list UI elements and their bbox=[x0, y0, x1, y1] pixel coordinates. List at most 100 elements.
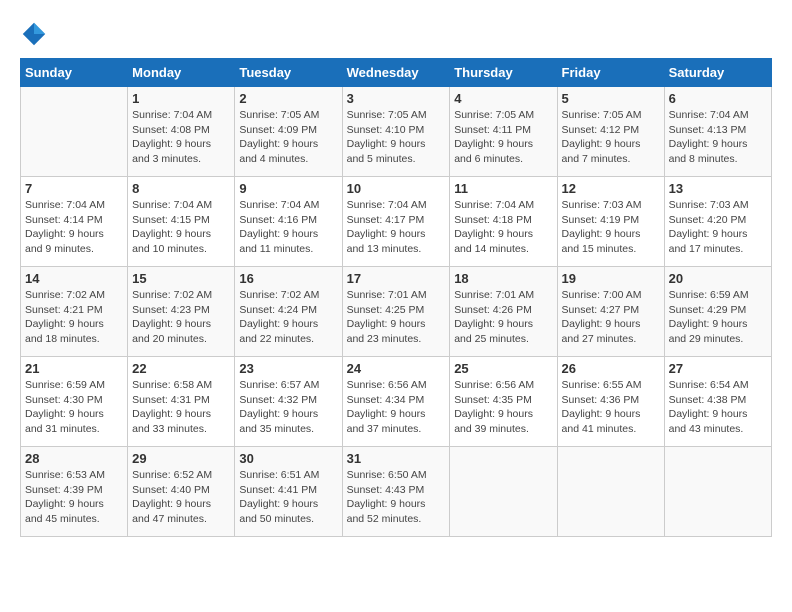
daylight-text: Daylight: 9 hours and 43 minutes. bbox=[669, 408, 748, 435]
sunset-text: Sunset: 4:34 PM bbox=[347, 394, 425, 406]
daylight-text: Daylight: 9 hours and 10 minutes. bbox=[132, 228, 211, 255]
sunset-text: Sunset: 4:43 PM bbox=[347, 484, 425, 496]
calendar-cell: 27 Sunrise: 6:54 AM Sunset: 4:38 PM Dayl… bbox=[664, 357, 771, 447]
calendar-cell: 11 Sunrise: 7:04 AM Sunset: 4:18 PM Dayl… bbox=[450, 177, 557, 267]
sunset-text: Sunset: 4:38 PM bbox=[669, 394, 747, 406]
day-number: 6 bbox=[669, 91, 767, 106]
daylight-text: Daylight: 9 hours and 37 minutes. bbox=[347, 408, 426, 435]
day-number: 10 bbox=[347, 181, 446, 196]
calendar-cell bbox=[21, 87, 128, 177]
day-number: 25 bbox=[454, 361, 552, 376]
daylight-text: Daylight: 9 hours and 20 minutes. bbox=[132, 318, 211, 345]
calendar-cell: 30 Sunrise: 6:51 AM Sunset: 4:41 PM Dayl… bbox=[235, 447, 342, 537]
calendar-cell: 24 Sunrise: 6:56 AM Sunset: 4:34 PM Dayl… bbox=[342, 357, 450, 447]
calendar-cell: 13 Sunrise: 7:03 AM Sunset: 4:20 PM Dayl… bbox=[664, 177, 771, 267]
sunset-text: Sunset: 4:40 PM bbox=[132, 484, 210, 496]
day-number: 17 bbox=[347, 271, 446, 286]
sunrise-text: Sunrise: 6:50 AM bbox=[347, 469, 427, 481]
day-info: Sunrise: 6:52 AM Sunset: 4:40 PM Dayligh… bbox=[132, 468, 230, 527]
sunset-text: Sunset: 4:08 PM bbox=[132, 124, 210, 136]
sunrise-text: Sunrise: 7:05 AM bbox=[454, 109, 534, 121]
sunrise-text: Sunrise: 7:05 AM bbox=[347, 109, 427, 121]
calendar-cell: 22 Sunrise: 6:58 AM Sunset: 4:31 PM Dayl… bbox=[128, 357, 235, 447]
calendar-cell: 7 Sunrise: 7:04 AM Sunset: 4:14 PM Dayli… bbox=[21, 177, 128, 267]
sunset-text: Sunset: 4:21 PM bbox=[25, 304, 103, 316]
day-number: 24 bbox=[347, 361, 446, 376]
sunrise-text: Sunrise: 6:52 AM bbox=[132, 469, 212, 481]
sunrise-text: Sunrise: 6:56 AM bbox=[454, 379, 534, 391]
sunset-text: Sunset: 4:39 PM bbox=[25, 484, 103, 496]
calendar-cell: 1 Sunrise: 7:04 AM Sunset: 4:08 PM Dayli… bbox=[128, 87, 235, 177]
day-info: Sunrise: 6:50 AM Sunset: 4:43 PM Dayligh… bbox=[347, 468, 446, 527]
sunset-text: Sunset: 4:25 PM bbox=[347, 304, 425, 316]
day-number: 23 bbox=[239, 361, 337, 376]
sunset-text: Sunset: 4:30 PM bbox=[25, 394, 103, 406]
daylight-text: Daylight: 9 hours and 17 minutes. bbox=[669, 228, 748, 255]
calendar-cell: 10 Sunrise: 7:04 AM Sunset: 4:17 PM Dayl… bbox=[342, 177, 450, 267]
day-info: Sunrise: 7:05 AM Sunset: 4:11 PM Dayligh… bbox=[454, 108, 552, 167]
sunrise-text: Sunrise: 6:58 AM bbox=[132, 379, 212, 391]
sunrise-text: Sunrise: 6:51 AM bbox=[239, 469, 319, 481]
day-info: Sunrise: 7:04 AM Sunset: 4:17 PM Dayligh… bbox=[347, 198, 446, 257]
sunset-text: Sunset: 4:29 PM bbox=[669, 304, 747, 316]
day-info: Sunrise: 7:05 AM Sunset: 4:09 PM Dayligh… bbox=[239, 108, 337, 167]
sunrise-text: Sunrise: 7:02 AM bbox=[25, 289, 105, 301]
daylight-text: Daylight: 9 hours and 25 minutes. bbox=[454, 318, 533, 345]
calendar-cell: 29 Sunrise: 6:52 AM Sunset: 4:40 PM Dayl… bbox=[128, 447, 235, 537]
sunrise-text: Sunrise: 6:57 AM bbox=[239, 379, 319, 391]
day-info: Sunrise: 6:55 AM Sunset: 4:36 PM Dayligh… bbox=[562, 378, 660, 437]
calendar-cell: 21 Sunrise: 6:59 AM Sunset: 4:30 PM Dayl… bbox=[21, 357, 128, 447]
day-number: 16 bbox=[239, 271, 337, 286]
day-info: Sunrise: 7:04 AM Sunset: 4:13 PM Dayligh… bbox=[669, 108, 767, 167]
sunrise-text: Sunrise: 6:59 AM bbox=[25, 379, 105, 391]
sunrise-text: Sunrise: 7:04 AM bbox=[669, 109, 749, 121]
weekday-header: Sunday bbox=[21, 59, 128, 87]
day-info: Sunrise: 7:01 AM Sunset: 4:26 PM Dayligh… bbox=[454, 288, 552, 347]
sunrise-text: Sunrise: 7:04 AM bbox=[239, 199, 319, 211]
sunset-text: Sunset: 4:41 PM bbox=[239, 484, 317, 496]
sunrise-text: Sunrise: 6:59 AM bbox=[669, 289, 749, 301]
day-number: 13 bbox=[669, 181, 767, 196]
sunset-text: Sunset: 4:31 PM bbox=[132, 394, 210, 406]
day-info: Sunrise: 7:02 AM Sunset: 4:23 PM Dayligh… bbox=[132, 288, 230, 347]
day-info: Sunrise: 6:56 AM Sunset: 4:34 PM Dayligh… bbox=[347, 378, 446, 437]
daylight-text: Daylight: 9 hours and 23 minutes. bbox=[347, 318, 426, 345]
calendar-week-row: 14 Sunrise: 7:02 AM Sunset: 4:21 PM Dayl… bbox=[21, 267, 772, 357]
logo bbox=[20, 20, 52, 48]
weekday-header: Tuesday bbox=[235, 59, 342, 87]
day-info: Sunrise: 6:51 AM Sunset: 4:41 PM Dayligh… bbox=[239, 468, 337, 527]
sunrise-text: Sunrise: 7:02 AM bbox=[132, 289, 212, 301]
sunrise-text: Sunrise: 7:01 AM bbox=[454, 289, 534, 301]
day-info: Sunrise: 6:57 AM Sunset: 4:32 PM Dayligh… bbox=[239, 378, 337, 437]
sunrise-text: Sunrise: 7:04 AM bbox=[454, 199, 534, 211]
calendar-cell: 3 Sunrise: 7:05 AM Sunset: 4:10 PM Dayli… bbox=[342, 87, 450, 177]
daylight-text: Daylight: 9 hours and 11 minutes. bbox=[239, 228, 318, 255]
calendar-week-row: 28 Sunrise: 6:53 AM Sunset: 4:39 PM Dayl… bbox=[21, 447, 772, 537]
sunrise-text: Sunrise: 6:56 AM bbox=[347, 379, 427, 391]
weekday-header: Thursday bbox=[450, 59, 557, 87]
day-info: Sunrise: 7:04 AM Sunset: 4:16 PM Dayligh… bbox=[239, 198, 337, 257]
calendar-cell bbox=[664, 447, 771, 537]
sunset-text: Sunset: 4:16 PM bbox=[239, 214, 317, 226]
calendar-cell: 25 Sunrise: 6:56 AM Sunset: 4:35 PM Dayl… bbox=[450, 357, 557, 447]
sunset-text: Sunset: 4:14 PM bbox=[25, 214, 103, 226]
day-number: 2 bbox=[239, 91, 337, 106]
day-number: 19 bbox=[562, 271, 660, 286]
day-info: Sunrise: 6:56 AM Sunset: 4:35 PM Dayligh… bbox=[454, 378, 552, 437]
calendar-cell bbox=[557, 447, 664, 537]
day-info: Sunrise: 7:03 AM Sunset: 4:20 PM Dayligh… bbox=[669, 198, 767, 257]
daylight-text: Daylight: 9 hours and 47 minutes. bbox=[132, 498, 211, 525]
daylight-text: Daylight: 9 hours and 52 minutes. bbox=[347, 498, 426, 525]
day-number: 3 bbox=[347, 91, 446, 106]
daylight-text: Daylight: 9 hours and 6 minutes. bbox=[454, 138, 533, 165]
day-info: Sunrise: 7:05 AM Sunset: 4:10 PM Dayligh… bbox=[347, 108, 446, 167]
day-info: Sunrise: 7:04 AM Sunset: 4:15 PM Dayligh… bbox=[132, 198, 230, 257]
sunset-text: Sunset: 4:10 PM bbox=[347, 124, 425, 136]
weekday-header: Friday bbox=[557, 59, 664, 87]
day-number: 12 bbox=[562, 181, 660, 196]
day-number: 4 bbox=[454, 91, 552, 106]
calendar-week-row: 21 Sunrise: 6:59 AM Sunset: 4:30 PM Dayl… bbox=[21, 357, 772, 447]
day-info: Sunrise: 7:05 AM Sunset: 4:12 PM Dayligh… bbox=[562, 108, 660, 167]
calendar-header: SundayMondayTuesdayWednesdayThursdayFrid… bbox=[21, 59, 772, 87]
day-number: 29 bbox=[132, 451, 230, 466]
